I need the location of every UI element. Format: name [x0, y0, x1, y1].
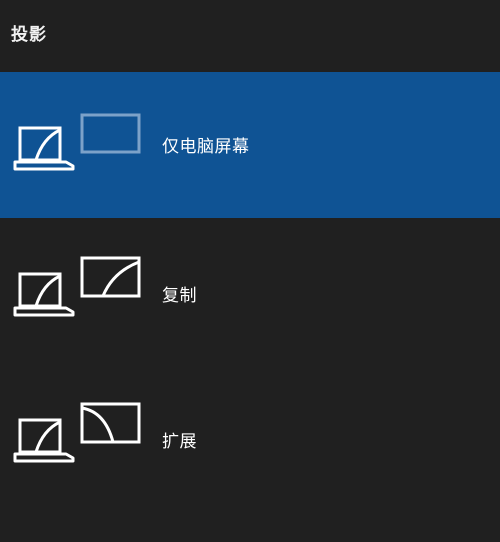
- option-duplicate[interactable]: 复制: [0, 218, 500, 364]
- option-label-duplicate: 复制: [162, 286, 197, 306]
- option-extend[interactable]: 扩展: [0, 364, 500, 510]
- option-pc-screen-only[interactable]: 仅电脑屏幕: [0, 72, 500, 218]
- option-label-pc-screen-only: 仅电脑屏幕: [162, 137, 250, 157]
- panel-title: 投影: [11, 25, 47, 45]
- pc-screen-only-icon: [13, 113, 141, 171]
- duplicate-icon: [13, 256, 141, 317]
- extend-icon: [13, 402, 141, 463]
- project-panel: 投影 仅电脑屏幕 复制 扩展: [0, 0, 500, 542]
- option-label-extend: 扩展: [162, 432, 197, 452]
